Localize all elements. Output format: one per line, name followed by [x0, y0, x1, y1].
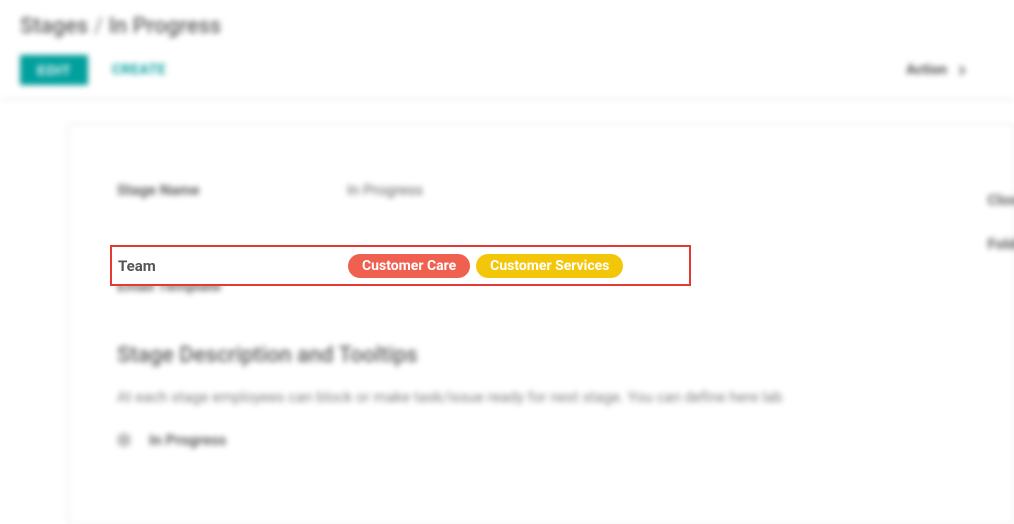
sub-progress-label: In Progress	[149, 431, 226, 449]
chevron-right-icon	[955, 62, 964, 78]
form-card: Stage Name In Progress Team Email Templa…	[68, 124, 1014, 524]
section-title: Stage Description and Tooltips	[117, 343, 965, 368]
edit-button[interactable]: EDIT	[20, 55, 88, 85]
stage-name-value: In Progress	[347, 181, 423, 199]
team-tags: Customer Care Customer Services	[348, 254, 623, 278]
create-button[interactable]: CREATE	[112, 62, 166, 78]
section-description: At each stage employees can block or mak…	[117, 386, 965, 409]
breadcrumb-parent[interactable]: Stages	[20, 14, 88, 39]
tag-customer-services[interactable]: Customer Services	[476, 254, 623, 278]
stage-name-label: Stage Name	[117, 181, 347, 199]
breadcrumb-separator: /	[94, 14, 103, 39]
team-label: Team	[118, 257, 348, 275]
closing-label: Closin	[987, 191, 1014, 209]
status-dot-icon	[117, 433, 131, 447]
breadcrumb-current: In Progress	[109, 14, 221, 39]
breadcrumb: Stages / In Progress	[20, 14, 994, 39]
team-row-highlight: Team Customer Care Customer Services	[110, 245, 691, 286]
action-dropdown[interactable]: Action	[906, 62, 964, 78]
folded-label: Folded	[987, 235, 1014, 253]
action-label: Action	[906, 62, 947, 78]
tag-customer-care[interactable]: Customer Care	[348, 254, 470, 278]
